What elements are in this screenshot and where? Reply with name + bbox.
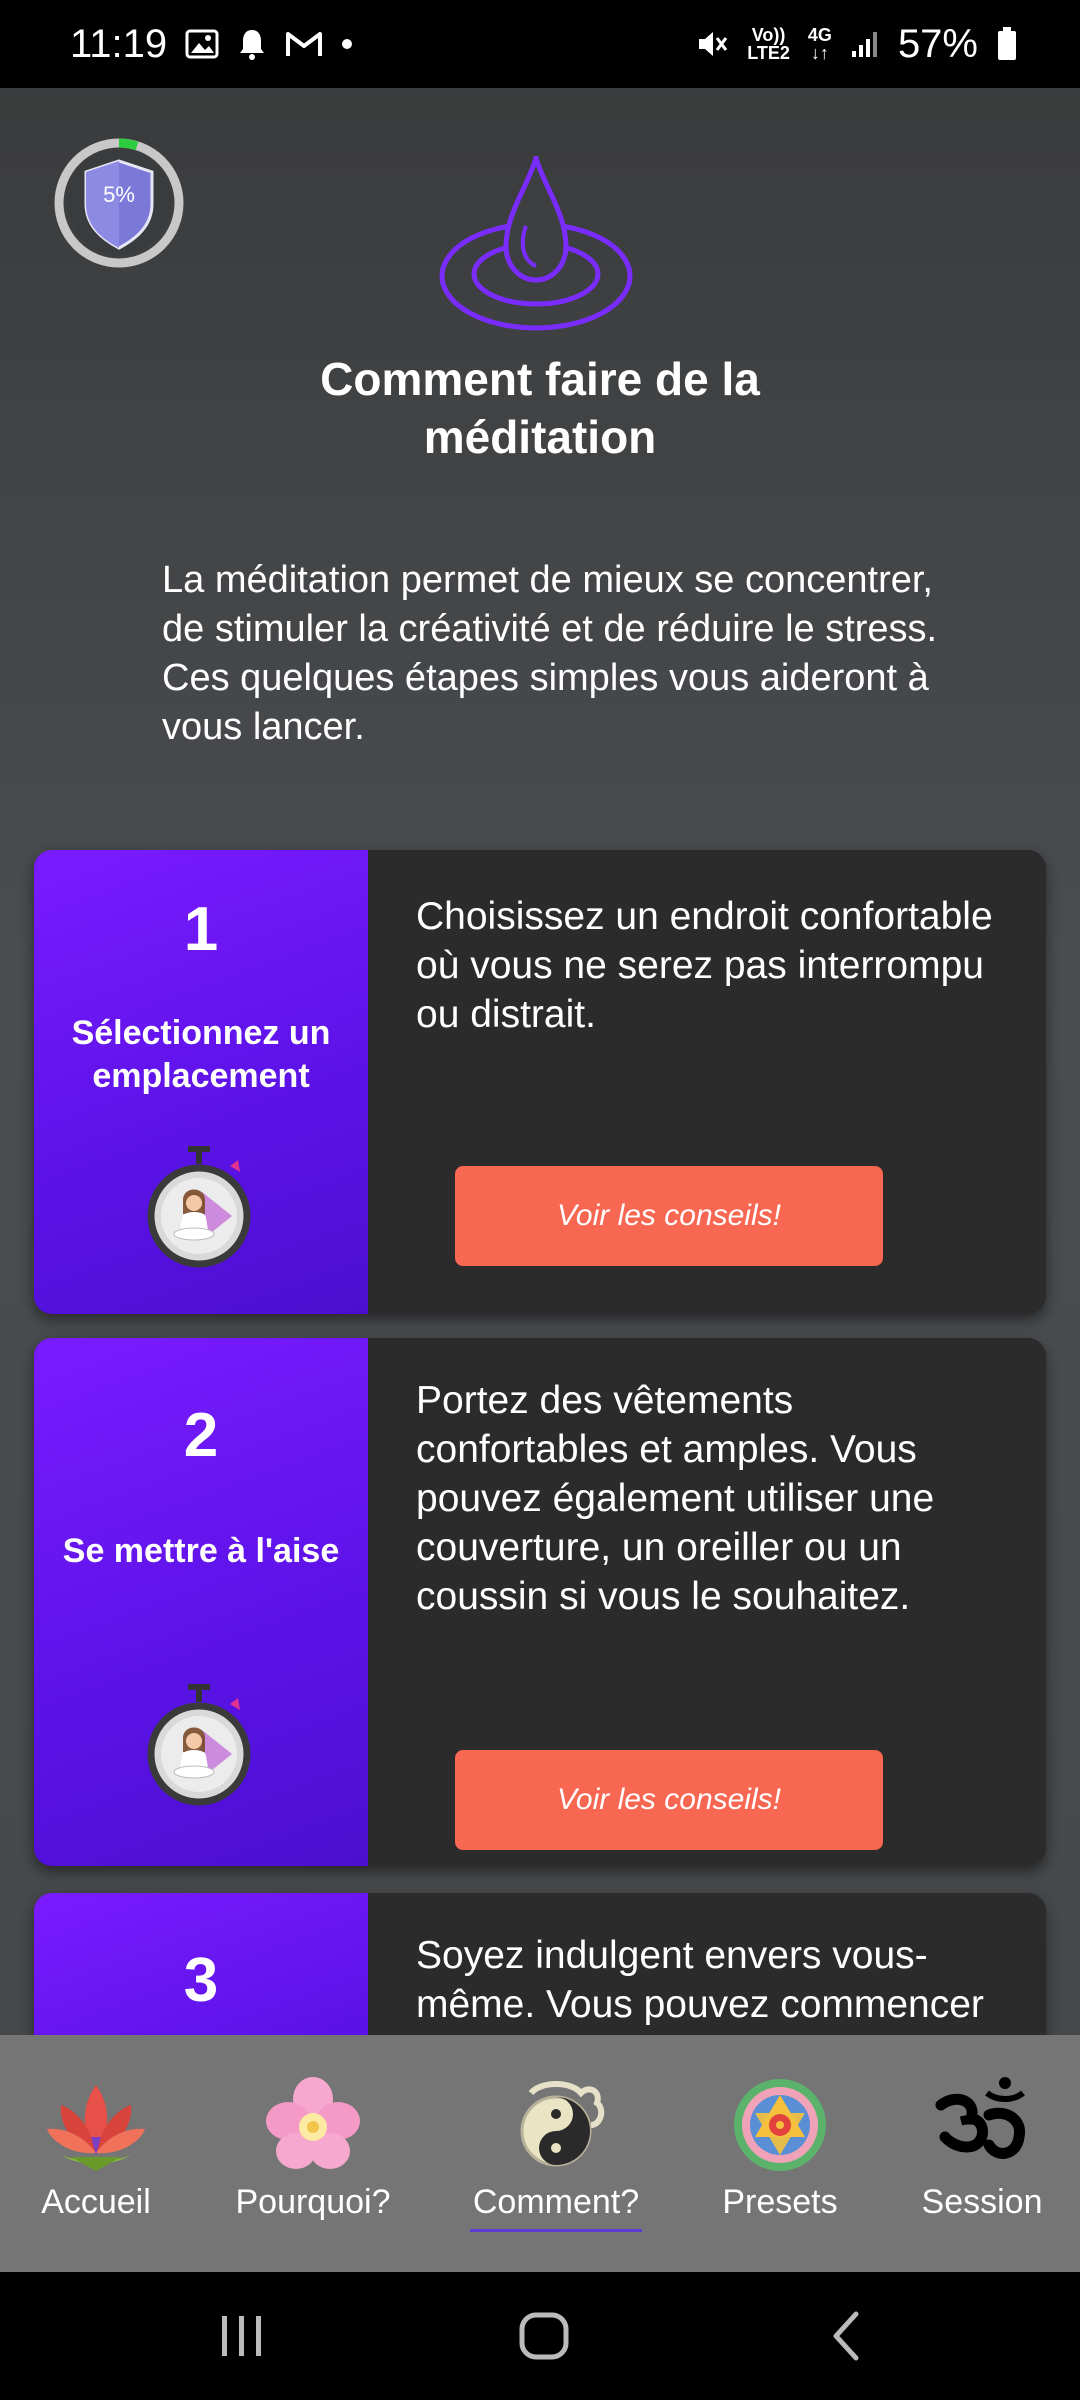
- step-2-tips-button[interactable]: Voir les conseils!: [455, 1750, 883, 1850]
- step-2-header: 2 Se mettre à l'aise: [34, 1338, 368, 1866]
- active-tab-indicator: [470, 2229, 642, 2232]
- gmail-icon: [285, 29, 323, 59]
- nav-label-session: Session: [921, 2183, 1043, 2221]
- battery-percent: 57%: [897, 21, 978, 66]
- bottom-nav: Accueil Pourquoi? Comment? Presets Sessi…: [0, 2035, 1080, 2272]
- step-3-number: 3: [183, 1946, 219, 2015]
- step-2-number: 2: [183, 1401, 219, 1470]
- nav-item-comment[interactable]: Comment?: [466, 2035, 646, 2272]
- back-icon[interactable]: [818, 2310, 878, 2362]
- om-icon: [935, 2077, 1025, 2159]
- step-1-title: Sélectionnez un emplacement: [71, 1014, 331, 1095]
- step-2-title: Se mettre à l'aise: [62, 1532, 340, 1570]
- nav-item-pourquoi[interactable]: Pourquoi?: [228, 2035, 398, 2272]
- progress-shield: 5%: [52, 136, 186, 270]
- mute-icon: [695, 27, 729, 61]
- network-label: 4G: [807, 25, 832, 45]
- battery-icon: [996, 26, 1018, 62]
- nav-label-accueil: Accueil: [41, 2183, 151, 2221]
- step-card-1: 1 Sélectionnez un emplacement Choisissez…: [34, 850, 1046, 1314]
- yin-yang-icon: [520, 2081, 605, 2167]
- nav-item-session[interactable]: Session: [908, 2035, 1056, 2272]
- nav-item-presets[interactable]: Presets: [706, 2035, 854, 2272]
- nav-label-presets: Presets: [722, 2183, 838, 2221]
- nav-label-pourquoi: Pourquoi?: [235, 2183, 391, 2221]
- status-time: 11:19: [70, 21, 168, 66]
- step-1-header: 1 Sélectionnez un emplacement: [34, 850, 368, 1314]
- flower-icon: [266, 2077, 360, 2169]
- system-nav-bar: [0, 2272, 1080, 2400]
- app-content[interactable]: 5% Comment faire de la méditation La méd…: [0, 88, 1080, 2272]
- meditation-timer-icon: [147, 1146, 251, 1268]
- network-indicator: 4G ↓↑: [807, 25, 832, 63]
- water-drop-logo-icon: [439, 156, 633, 331]
- page-title-line2: méditation: [423, 411, 657, 463]
- volte-indicator: Vo)) LTE2: [747, 26, 790, 62]
- step-2-text: Portez des vêtements confortables et amp…: [416, 1379, 935, 1618]
- status-bar: 11:19 Vo)) LTE2 4G ↓↑ 57%: [0, 0, 1080, 88]
- bell-icon: [237, 27, 267, 61]
- step-1-text: Choisissez un endroit confortable où vou…: [416, 895, 993, 1036]
- dot-icon: [341, 38, 353, 50]
- signal-icon: [850, 29, 880, 59]
- page-title: Comment faire de la méditation: [240, 350, 840, 466]
- intro-paragraph: La méditation permet de mieux se concent…: [162, 559, 938, 748]
- lte2-label: LTE2: [747, 43, 790, 63]
- page-title-line1: Comment faire de la: [320, 353, 760, 405]
- nav-item-accueil[interactable]: Accueil: [18, 2035, 174, 2272]
- step-1-tips-button[interactable]: Voir les conseils!: [455, 1166, 883, 1266]
- step-card-2: 2 Se mettre à l'aise Portez des vêtement…: [34, 1338, 1046, 1866]
- mandala-icon: [734, 2079, 826, 2171]
- gallery-icon: [185, 29, 219, 59]
- progress-label: 5%: [103, 182, 135, 207]
- step-1-number: 1: [183, 895, 219, 964]
- home-icon[interactable]: [514, 2310, 574, 2362]
- meditation-timer-icon: [147, 1684, 251, 1806]
- volte-label: Vo)): [751, 25, 786, 45]
- lotus-icon: [47, 2085, 145, 2171]
- nav-label-comment: Comment?: [472, 2183, 640, 2221]
- recent-apps-icon[interactable]: [212, 2310, 272, 2362]
